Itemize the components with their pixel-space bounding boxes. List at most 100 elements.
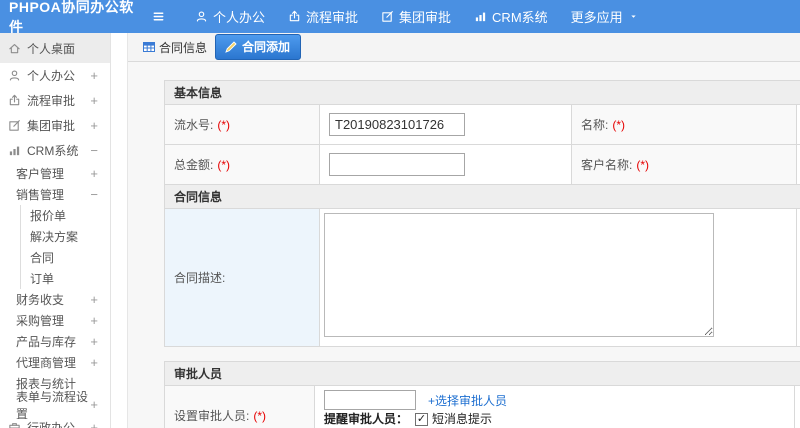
expand-plus-icon[interactable]: + bbox=[90, 397, 110, 412]
customer-required-mark: (*) bbox=[636, 158, 650, 172]
expand-plus-icon[interactable]: + bbox=[90, 292, 110, 307]
hamburger-menu-icon[interactable] bbox=[152, 10, 165, 23]
name-label: 名称: bbox=[581, 118, 609, 132]
serial-label-cell: 流水号: (*) bbox=[164, 104, 320, 145]
approval-table: 审批人员 设置审批人员: (*) +选择审批人员 提醒审批人员： ✓ 短消息提示 bbox=[164, 361, 800, 428]
customer-input-cell bbox=[796, 144, 800, 185]
remind-approver-label: 提醒审批人员： bbox=[324, 412, 409, 426]
briefcase-icon bbox=[9, 423, 20, 428]
nav-item-0[interactable]: 个人办公 bbox=[195, 7, 265, 26]
sidebar-item-contract[interactable]: 合同 bbox=[20, 247, 110, 268]
sidebar-item-flow-approval[interactable]: 流程审批 + bbox=[0, 88, 110, 113]
sidebar-item-finance[interactable]: 财务收支 + bbox=[0, 289, 110, 310]
sidebar-item-group-approval[interactable]: 集团审批 + bbox=[0, 113, 110, 138]
serial-required-mark: (*) bbox=[217, 118, 231, 132]
sidebar-item-label: 订单 bbox=[30, 272, 55, 286]
sidebar: 个人桌面 个人办公 + 流程审批 + 集团审批 + CRM系统 − 客户管理 + 销售管理 − 报价单 解决… bbox=[0, 33, 111, 428]
expand-plus-icon[interactable]: + bbox=[90, 355, 110, 370]
name-required-mark: (*) bbox=[612, 118, 626, 132]
expand-plus-icon[interactable]: + bbox=[90, 313, 110, 328]
sidebar-item-label: 产品与库存 bbox=[16, 335, 77, 349]
flow-icon bbox=[289, 10, 300, 22]
choose-approver-link[interactable]: +选择审批人员 bbox=[428, 392, 507, 409]
sidebar-item-quotation[interactable]: 报价单 bbox=[20, 205, 110, 226]
sidebar-menu: 个人桌面 个人办公 + 流程审批 + 集团审批 + CRM系统 − 客户管理 + 销售管理 − 报价单 解决… bbox=[0, 33, 110, 428]
name-label-cell: 名称: (*) bbox=[571, 104, 797, 145]
row-serial-name: 流水号:(*) 名称:(*) bbox=[164, 104, 800, 145]
serial-label: 流水号: bbox=[174, 118, 214, 132]
section-approval: 审批人员 bbox=[164, 361, 800, 386]
expand-plus-icon[interactable]: + bbox=[90, 334, 110, 349]
sidebar-item-purchase-mgmt[interactable]: 采购管理 + bbox=[0, 310, 110, 331]
user-icon bbox=[9, 70, 20, 81]
tab-contract-info[interactable]: 合同信息 bbox=[142, 39, 207, 56]
sidebar-item-product-stock[interactable]: 产品与库存 + bbox=[0, 331, 110, 352]
row-description: 合同描述: bbox=[164, 208, 800, 347]
sidebar-item-label: 报价单 bbox=[30, 209, 67, 223]
description-textarea[interactable] bbox=[324, 213, 714, 337]
nav-item-1[interactable]: 流程审批 bbox=[288, 7, 358, 26]
sidebar-item-label: 表单与流程设置 bbox=[16, 389, 89, 421]
expand-plus-icon[interactable]: + bbox=[90, 68, 110, 83]
row-approver: 设置审批人员:(*) +选择审批人员 提醒审批人员： ✓ 短消息提示 注：流程第… bbox=[164, 385, 800, 428]
description-input-cell bbox=[319, 208, 797, 347]
sidebar-item-sales-mgmt[interactable]: 销售管理 − bbox=[0, 184, 110, 205]
sidebar-item-label: 集团审批 bbox=[27, 119, 76, 133]
approver-required-mark: (*) bbox=[253, 409, 267, 423]
sidebar-item-personal-office[interactable]: 个人办公 + bbox=[0, 63, 110, 88]
expand-plus-icon[interactable]: + bbox=[90, 93, 110, 108]
approver-input[interactable] bbox=[324, 390, 416, 410]
tab-contract-add[interactable]: 合同添加 bbox=[215, 34, 302, 60]
serial-input[interactable] bbox=[329, 113, 465, 136]
sidebar-item-label: 流程审批 bbox=[27, 94, 76, 108]
sidebar-item-crm-system[interactable]: CRM系统 − bbox=[0, 138, 110, 163]
nav-item-2[interactable]: 集团审批 bbox=[381, 7, 451, 26]
sidebar-item-agent-mgmt[interactable]: 代理商管理 + bbox=[0, 352, 110, 373]
caret-down-icon bbox=[630, 15, 636, 18]
sidebar-item-order[interactable]: 订单 bbox=[20, 268, 110, 289]
sidebar-item-label: 解决方案 bbox=[30, 230, 79, 244]
sidebar-item-label: 代理商管理 bbox=[16, 356, 77, 370]
home-icon bbox=[9, 43, 20, 53]
sidebar-item-solution[interactable]: 解决方案 bbox=[20, 226, 110, 247]
nav-item-3[interactable]: CRM系统 bbox=[474, 7, 548, 26]
expand-plus-icon[interactable]: + bbox=[90, 166, 110, 181]
top-header: PHPOA协同办公软件 个人办公 流程审批 集团审批 CRM系统 更多应用 bbox=[0, 0, 800, 35]
nav-item-label: 流程审批 bbox=[306, 10, 359, 25]
sidebar-scrollbar-gutter[interactable] bbox=[112, 33, 127, 428]
sidebar-item-label: 销售管理 bbox=[16, 188, 65, 202]
sidebar-item-form-flow-settings[interactable]: 表单与流程设置 + bbox=[0, 390, 110, 421]
collapse-minus-icon[interactable]: − bbox=[90, 143, 110, 158]
customer-label-cell: 客户名称: (*) bbox=[571, 144, 797, 185]
nav-item-label: CRM系统 bbox=[492, 10, 548, 25]
name-input-cell bbox=[796, 104, 800, 145]
contract-form-table: 基本信息 流水号:(*) 名称:(*) 总金额:(*) bbox=[164, 80, 800, 347]
nav-item-label: 个人办公 bbox=[213, 10, 266, 25]
sms-label: 短消息提示 bbox=[432, 412, 493, 426]
edit-icon bbox=[9, 120, 20, 131]
row-amount-customer: 总金额: (*) 客户名称: (*) bbox=[164, 144, 800, 185]
description-label: 合同描述: bbox=[174, 271, 226, 285]
nav-item-4[interactable]: 更多应用 bbox=[571, 7, 643, 26]
form-content: 基本信息 流水号:(*) 名称:(*) 总金额:(*) bbox=[128, 62, 800, 428]
collapse-minus-icon[interactable]: − bbox=[90, 187, 110, 202]
amount-label: 总金额: bbox=[174, 158, 214, 172]
sidebar-item-label: CRM系统 bbox=[27, 144, 79, 158]
sidebar-item-label: 个人办公 bbox=[27, 69, 76, 83]
sidebar-item-customer-mgmt[interactable]: 客户管理 + bbox=[0, 163, 110, 184]
sms-checkbox[interactable]: ✓ bbox=[415, 412, 429, 426]
expand-plus-icon[interactable]: + bbox=[90, 420, 110, 428]
amount-input[interactable] bbox=[329, 153, 465, 176]
approver-label-cell: 设置审批人员: (*) bbox=[164, 385, 315, 428]
tab-contract-info-label: 合同信息 bbox=[159, 40, 208, 55]
expand-plus-icon[interactable]: + bbox=[90, 118, 110, 133]
app-logo: PHPOA协同办公软件 bbox=[9, 0, 134, 35]
description-label-cell: 合同描述: bbox=[164, 208, 320, 347]
table-icon bbox=[143, 42, 155, 52]
sidebar-item-personal-desktop[interactable]: 个人桌面 bbox=[0, 33, 110, 63]
chart-icon bbox=[475, 12, 486, 22]
description-extra-cell bbox=[796, 208, 800, 347]
pencil-icon bbox=[225, 40, 237, 53]
sidebar-item-label: 合同 bbox=[30, 251, 55, 265]
approver-extra-cell bbox=[794, 385, 800, 428]
